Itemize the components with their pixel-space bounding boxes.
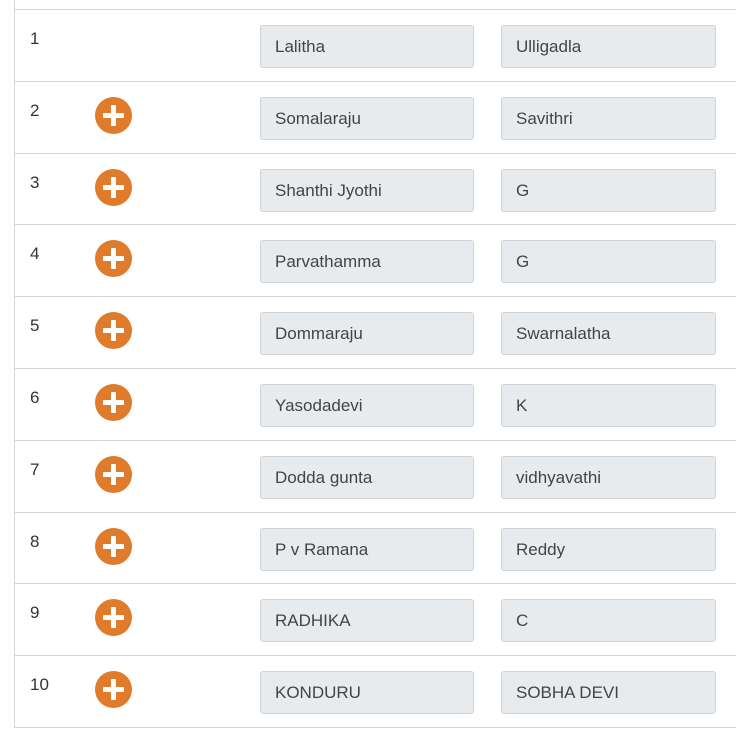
table-row: 10 KONDURU SOBHA DEVI bbox=[15, 656, 736, 728]
table-row: 2 Somalaraju Savithri bbox=[15, 82, 736, 154]
last-name-field[interactable]: Swarnalatha bbox=[501, 312, 716, 356]
last-name-field[interactable]: C bbox=[501, 599, 716, 643]
first-name-field[interactable]: Dommaraju bbox=[260, 312, 474, 356]
row-number: 3 bbox=[30, 172, 40, 192]
row-number: 8 bbox=[30, 531, 40, 551]
table-row: 7 Dodda gunta vidhyavathi bbox=[15, 441, 736, 513]
table-row: 6 Yasodadevi K bbox=[15, 369, 736, 441]
first-name-field[interactable]: RADHIKA bbox=[260, 599, 474, 643]
last-name-field[interactable]: K bbox=[501, 383, 716, 427]
plus-circle-icon[interactable] bbox=[95, 527, 132, 565]
row-number: 1 bbox=[30, 29, 40, 48]
first-name-field[interactable]: Yasodadevi bbox=[260, 383, 474, 427]
table-row: 4 Parvathamma G bbox=[15, 225, 736, 298]
name-table: 1 Lalitha Ulligadla 2 Somalaraju Savithr… bbox=[14, 0, 736, 728]
row-number: 2 bbox=[30, 100, 40, 120]
plus-circle-icon[interactable] bbox=[95, 96, 132, 134]
table-row: 9 RADHIKA C bbox=[15, 584, 736, 657]
last-name-field[interactable]: Reddy bbox=[501, 527, 716, 571]
last-name-field[interactable]: G bbox=[501, 240, 716, 284]
table-row: 3 Shanthi Jyothi G bbox=[15, 154, 736, 226]
last-name-field[interactable]: SOBHA DEVI bbox=[501, 671, 716, 715]
table-row: 5 Dommaraju Swarnalatha bbox=[15, 297, 736, 369]
plus-circle-icon[interactable] bbox=[95, 240, 132, 278]
row-number: 6 bbox=[30, 387, 40, 407]
plus-circle-icon[interactable] bbox=[95, 455, 132, 493]
table-row: 1 Lalitha Ulligadla bbox=[15, 10, 736, 82]
last-name-field[interactable]: Ulligadla bbox=[501, 25, 716, 68]
first-name-field[interactable]: Dodda gunta bbox=[260, 455, 474, 499]
plus-circle-icon[interactable] bbox=[95, 383, 132, 421]
plus-circle-icon[interactable] bbox=[95, 599, 132, 637]
last-name-field[interactable]: G bbox=[501, 168, 716, 212]
plus-circle-icon[interactable] bbox=[95, 168, 132, 206]
first-name-field[interactable]: Shanthi Jyothi bbox=[260, 168, 474, 212]
row-number: 7 bbox=[30, 459, 40, 479]
first-name-field[interactable]: P v Ramana bbox=[260, 527, 474, 571]
table-top-strip bbox=[15, 0, 736, 10]
first-name-field[interactable]: Parvathamma bbox=[260, 240, 474, 284]
plus-circle-icon[interactable] bbox=[95, 312, 132, 350]
row-number: 10 bbox=[30, 675, 49, 695]
plus-circle-icon[interactable] bbox=[95, 671, 132, 709]
row-number: 5 bbox=[30, 316, 40, 336]
last-name-field[interactable]: Savithri bbox=[501, 96, 716, 140]
first-name-field[interactable]: Lalitha bbox=[260, 25, 474, 68]
first-name-field[interactable]: KONDURU bbox=[260, 671, 474, 715]
first-name-field[interactable]: Somalaraju bbox=[260, 96, 474, 140]
row-number: 4 bbox=[30, 244, 40, 264]
row-number: 9 bbox=[30, 603, 40, 623]
last-name-field[interactable]: vidhyavathi bbox=[501, 455, 716, 499]
table-row: 8 P v Ramana Reddy bbox=[15, 513, 736, 585]
